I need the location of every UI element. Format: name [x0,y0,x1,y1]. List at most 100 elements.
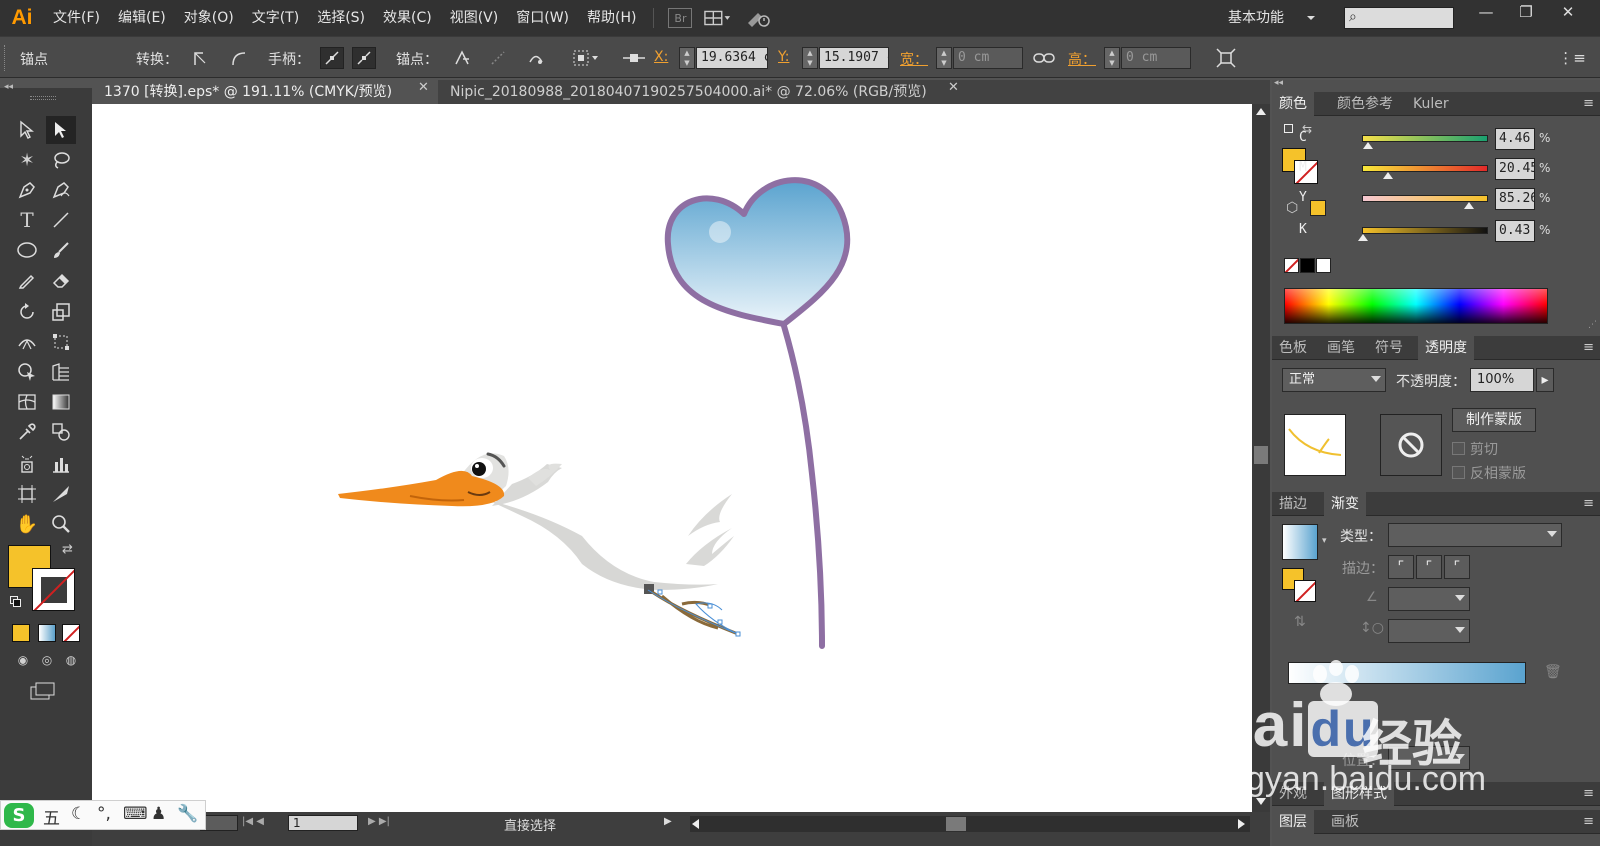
menu-view[interactable]: 视图(V) [441,0,508,36]
eyedropper-tool-icon[interactable] [12,418,42,446]
remove-anchor-icon[interactable] [450,47,474,69]
help-search-input[interactable]: ⌕ [1344,7,1454,29]
gradient-tool-icon[interactable] [46,388,76,416]
artboard-canvas[interactable] [92,104,1252,812]
height-spinner[interactable]: ▲ ▼ [1104,47,1120,69]
chevron-down-icon[interactable] [1306,13,1316,23]
first-artboard-icon[interactable]: |◀ ◀ [242,816,264,827]
gradient-preview[interactable] [1282,524,1318,560]
y-field[interactable]: 15.1907 c [819,47,889,69]
black-value-field[interactable]: 0.43 [1495,220,1535,242]
clip-checkbox[interactable] [1452,442,1465,455]
heart-balloon[interactable] [664,177,851,327]
panel-menu-icon[interactable]: ≡ [1583,496,1594,511]
paintbrush-tool-icon[interactable] [46,236,76,264]
punctuation-icon[interactable]: °, [97,804,111,824]
color-spectrum[interactable] [1284,288,1548,324]
yellow-slider-knob[interactable] [1464,202,1475,209]
opacity-arrow-icon[interactable]: ▸ [1536,368,1554,392]
column-graph-tool-icon[interactable] [46,450,76,478]
menu-type[interactable]: 文字(T) [243,0,308,36]
collapse-toolbar-icon[interactable]: ◂◂ [4,82,13,92]
balloon-string[interactable] [781,323,825,649]
align-anchor-icon[interactable] [620,47,648,69]
menu-select[interactable]: 选择(S) [308,0,374,36]
swap-fill-stroke-icon[interactable]: ⇄ [62,542,73,557]
tab-stroke[interactable]: 描边 [1272,492,1314,516]
menu-help[interactable]: 帮助(H) [578,0,645,36]
panel-menu-icon[interactable]: ≡ [1583,786,1594,801]
direct-selection-tool-icon[interactable] [46,116,76,144]
doc-tab-active[interactable]: 1370 [转换].eps* @ 191.11% (CMYK/预览) [92,80,438,104]
mask-thumbnail[interactable] [1380,414,1442,476]
artwork[interactable] [92,104,1252,812]
minimize-button[interactable]: — [1466,0,1506,24]
anchor-point[interactable] [707,603,713,609]
x-spinner[interactable]: ▲ ▼ [679,47,695,69]
scale-tool-icon[interactable] [46,298,76,326]
arrange-documents-icon[interactable] [704,7,732,29]
goose-wing[interactable] [686,528,734,566]
status-menu-arrow-icon[interactable]: ▶ [664,816,672,827]
rotate-tool-icon[interactable] [12,298,42,326]
panel-menu-icon[interactable]: ≡ [1583,340,1594,355]
anchor-point[interactable] [717,619,723,625]
resize-grip-icon[interactable]: ⋰ [1588,320,1597,330]
goose-illustration[interactable] [338,452,741,637]
black-slider-knob[interactable] [1357,234,1368,241]
magic-wand-tool-icon[interactable]: ✶ [12,146,42,174]
cut-path-icon[interactable] [524,47,548,69]
selection-tool-icon[interactable] [12,116,42,144]
control-bar-menu-icon[interactable]: ⋮≡ [1558,47,1586,69]
panel-menu-icon[interactable]: ≡ [1583,814,1594,829]
height-field[interactable]: 0 cm [1121,47,1191,69]
width-tool-icon[interactable] [12,328,42,356]
pencil-tool-icon[interactable] [12,266,42,294]
wrench-icon[interactable]: 🔧 [177,804,198,824]
cyan-value-field[interactable]: 4.46 [1495,128,1535,150]
scroll-up-icon[interactable] [1256,108,1266,115]
yellow-slider-track[interactable] [1362,195,1488,202]
yellow-value-field[interactable]: 85.26 [1495,188,1535,210]
anchor-point[interactable] [657,589,663,595]
tab-kuler[interactable]: Kuler [1406,92,1456,116]
blend-mode-dropdown[interactable]: 正常 [1282,368,1386,392]
none-mode-button[interactable] [62,624,80,642]
doc-tab-inactive[interactable]: Nipic_20180988_20180407190257504000.ai* … [438,80,968,104]
scroll-down-icon[interactable] [1256,798,1266,805]
hide-handles-icon[interactable] [352,47,376,69]
width-spinner[interactable]: ▲ ▼ [936,47,952,69]
vertical-scroll-thumb[interactable] [1254,446,1268,464]
convert-to-corner-icon[interactable] [188,47,212,69]
skin-icon[interactable]: ♟ [151,804,166,824]
draw-normal-icon[interactable]: ◉ [12,650,34,670]
lasso-tool-icon[interactable] [46,146,76,174]
stroke-across-icon[interactable]: ⌜ [1444,555,1470,579]
none-color-swatch[interactable] [1284,258,1299,273]
object-thumbnail[interactable] [1284,414,1346,476]
tab-color[interactable]: 颜色 [1272,92,1314,116]
horizontal-scrollbar[interactable] [690,816,1250,832]
tab-color-guide[interactable]: 颜色参考 [1330,92,1400,116]
close-button[interactable]: ✕ [1548,0,1588,24]
cyan-slider-knob[interactable] [1362,142,1373,149]
blend-tool-icon[interactable] [46,418,76,446]
magenta-slider-knob[interactable] [1382,172,1393,179]
scroll-left-icon[interactable] [692,819,699,829]
eraser-tool-icon[interactable] [46,266,76,294]
convert-to-smooth-icon[interactable] [226,47,250,69]
invert-mask-checkbox[interactable] [1452,466,1465,479]
cyan-slider-track[interactable] [1362,135,1488,142]
tab-brushes[interactable]: 画笔 [1320,336,1362,360]
angle-field[interactable] [1388,587,1470,611]
location-field[interactable] [1388,746,1470,770]
tab-graphic-styles[interactable]: 图形样式 [1324,782,1394,806]
reverse-gradient-icon[interactable]: ⇅ [1294,614,1306,630]
perspective-grid-tool-icon[interactable] [46,358,76,386]
slice-tool-icon[interactable] [46,480,76,508]
x-field[interactable]: 19.6364 c [696,47,768,69]
isolate-group-icon[interactable] [570,47,604,69]
tab-transparency[interactable]: 透明度 [1418,336,1474,360]
stroke-along-icon[interactable]: ⌜ [1416,555,1442,579]
goose-wing-top[interactable] [688,494,732,536]
